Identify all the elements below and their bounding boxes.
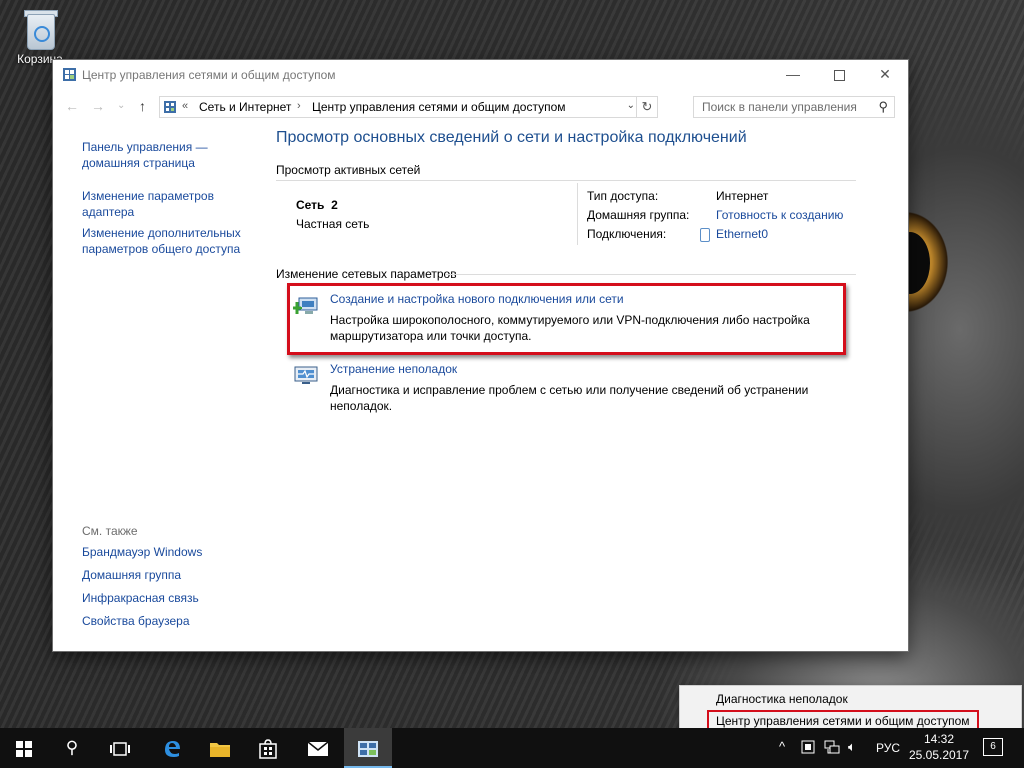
see-also-header: См. также (82, 524, 138, 538)
window-title: Центр управления сетями и общим доступом (82, 68, 336, 82)
clock-date: 25.05.2017 (908, 748, 970, 762)
minimize-button[interactable]: — (770, 60, 816, 89)
close-button[interactable]: ✕ (862, 60, 908, 89)
link-homegroup[interactable]: Домашняя группа (82, 567, 252, 583)
active-networks-header: Просмотр активных сетей (276, 163, 421, 177)
network-name: Сеть 2 (296, 198, 338, 212)
troubleshoot-icon (294, 366, 318, 384)
link-control-panel-home[interactable]: Панель управления — домашняя страница (82, 139, 222, 171)
troubleshoot-description: Диагностика и исправление проблем с сеть… (330, 383, 809, 413)
task-view-icon (110, 741, 130, 756)
link-infrared[interactable]: Инфракрасная связь (82, 590, 252, 606)
ethernet-icon (700, 228, 710, 242)
edge-icon (165, 740, 180, 757)
recycle-bin-desktop-icon[interactable]: Корзина (14, 6, 66, 66)
menu-item-troubleshoot[interactable]: Диагностика неполадок (716, 692, 848, 706)
clock[interactable]: 14:32 25.05.2017 (908, 731, 970, 763)
edge-button[interactable] (148, 728, 196, 768)
breadcrumb-separator-icon[interactable]: › (297, 100, 301, 112)
address-bar[interactable]: « Сеть и Интернет › Центр управления сет… (159, 96, 658, 118)
breadcrumb-overflow-icon[interactable]: « (182, 100, 188, 112)
search-icon: ⚲ (65, 738, 79, 757)
highlight-box (287, 283, 846, 355)
address-row: ← → ⌄ ↑ « Сеть и Интернет › Центр управл… (53, 96, 908, 118)
link-windows-firewall[interactable]: Брандмауэр Windows (82, 544, 252, 560)
tray-app-icon[interactable] (801, 740, 815, 754)
recycle-bin-icon (21, 6, 59, 50)
link-change-adapter-settings[interactable]: Изменение параметров адаптера (82, 188, 222, 220)
network-type: Частная сеть (296, 217, 370, 231)
up-button[interactable]: ↑ (139, 98, 146, 114)
network-tray-icon[interactable] (824, 740, 840, 755)
see-also-section: См. также Брандмауэр Windows Домашняя гр… (82, 524, 252, 636)
volume-icon[interactable]: 🔈︎ (848, 739, 856, 755)
left-pane: Панель управления — домашняя страница Из… (82, 139, 252, 257)
back-button[interactable]: ← (65, 98, 79, 114)
divider (577, 183, 578, 245)
network-center-window: Центр управления сетями и общим доступом… (53, 60, 908, 651)
mail-button[interactable] (294, 728, 342, 768)
maximize-button[interactable] (816, 60, 862, 89)
homegroup-link[interactable]: Готовность к созданию (716, 208, 843, 222)
control-panel-icon (164, 101, 176, 113)
access-type-value: Интернет (716, 189, 769, 203)
task-view-button[interactable] (96, 728, 144, 768)
folder-icon (210, 742, 230, 757)
search-icon[interactable]: ⚲ (878, 99, 888, 115)
link-browser-properties[interactable]: Свойства браузера (82, 613, 252, 629)
notification-count: 6 (990, 741, 996, 752)
start-button[interactable] (0, 728, 48, 768)
address-dropdown-icon[interactable]: ⌄ (627, 100, 635, 111)
title-bar[interactable]: Центр управления сетями и общим доступом… (53, 60, 908, 89)
action-center-button[interactable]: 6 (983, 738, 1003, 756)
show-hidden-icons-chevron-up-icon[interactable]: ^ (779, 739, 785, 754)
search-input[interactable] (702, 99, 862, 115)
forward-button[interactable]: → (91, 98, 105, 114)
change-settings-header: Изменение сетевых параметров (276, 267, 457, 281)
store-button[interactable] (244, 728, 292, 768)
access-type-label: Тип доступа: (587, 189, 659, 203)
divider (276, 180, 856, 181)
breadcrumb-network-internet[interactable]: Сеть и Интернет (199, 100, 291, 114)
ethernet-connection-link[interactable]: Ethernet0 (716, 227, 768, 241)
mail-icon (307, 740, 329, 756)
search-button[interactable]: ⚲ (48, 728, 96, 768)
divider (445, 274, 856, 275)
taskbar: ⚲ ^ 🔈︎ РУС 14:32 25.05.2017 6 (0, 728, 1024, 768)
connections-label: Подключения: (587, 227, 667, 241)
link-advanced-sharing-settings[interactable]: Изменение дополнительных параметров обще… (82, 225, 242, 257)
refresh-button[interactable]: ↻ (636, 97, 657, 117)
store-icon (259, 738, 277, 759)
task-troubleshoot: Устранение неполадок Диагностика и испра… (293, 362, 833, 413)
search-box[interactable]: ⚲ (693, 96, 895, 118)
windows-logo-icon (16, 740, 32, 757)
breadcrumb-network-center[interactable]: Центр управления сетями и общим доступом (312, 100, 566, 114)
homegroup-label: Домашняя группа: (587, 208, 690, 222)
page-title: Просмотр основных сведений о сети и наст… (276, 129, 747, 146)
network-center-taskbar-button[interactable] (344, 728, 392, 768)
clock-time: 14:32 (923, 732, 955, 746)
file-explorer-button[interactable] (196, 728, 244, 768)
network-center-icon (63, 68, 76, 81)
network-tray-context-menu: Диагностика неполадок Центр управления с… (679, 685, 1022, 734)
recent-locations-button[interactable]: ⌄ (117, 100, 125, 111)
network-center-icon (358, 740, 378, 757)
troubleshoot-link[interactable]: Устранение неполадок (330, 362, 457, 376)
language-indicator[interactable]: РУС (876, 741, 900, 755)
maximize-icon (833, 69, 845, 81)
